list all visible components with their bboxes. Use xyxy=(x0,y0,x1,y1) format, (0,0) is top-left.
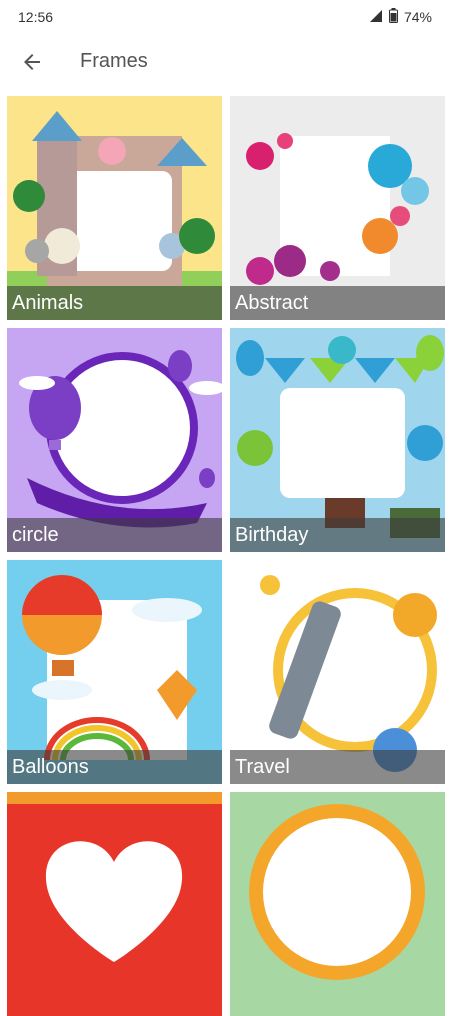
frame-label: Abstract xyxy=(230,286,445,320)
frame-tile-hearts[interactable] xyxy=(7,792,222,1016)
frame-label: Balloons xyxy=(7,750,222,784)
back-button[interactable] xyxy=(16,46,48,78)
frame-tile-circle[interactable]: circle xyxy=(7,328,222,552)
frame-label: Birthday xyxy=(230,518,445,552)
frame-tile-balloons[interactable]: Balloons xyxy=(7,560,222,784)
signal-icon xyxy=(369,9,383,26)
frame-tile-abstract[interactable]: Abstract xyxy=(230,96,445,320)
frame-tile-sun[interactable] xyxy=(230,792,445,1016)
frame-label: Animals xyxy=(7,286,222,320)
sun-frame-image xyxy=(230,792,445,1016)
hearts-frame-image xyxy=(7,792,222,1016)
status-time: 12:56 xyxy=(18,9,54,25)
arrow-left-icon xyxy=(24,54,40,70)
frames-grid: Animals Abstract circle Birthday Balloon… xyxy=(7,96,447,1016)
status-bar: 12:56 74% xyxy=(0,0,450,34)
battery-percent: 74% xyxy=(403,9,432,25)
frame-label: circle xyxy=(7,518,222,552)
page-title: Frames xyxy=(80,50,148,72)
frame-label: Travel xyxy=(230,750,445,784)
status-icons: 74% xyxy=(369,8,432,26)
battery-icon xyxy=(388,8,398,26)
frame-tile-travel[interactable]: Travel xyxy=(230,560,445,784)
frame-tile-animals[interactable]: Animals xyxy=(7,96,222,320)
frame-tile-birthday[interactable]: Birthday xyxy=(230,328,445,552)
app-bar: Frames xyxy=(0,34,450,90)
